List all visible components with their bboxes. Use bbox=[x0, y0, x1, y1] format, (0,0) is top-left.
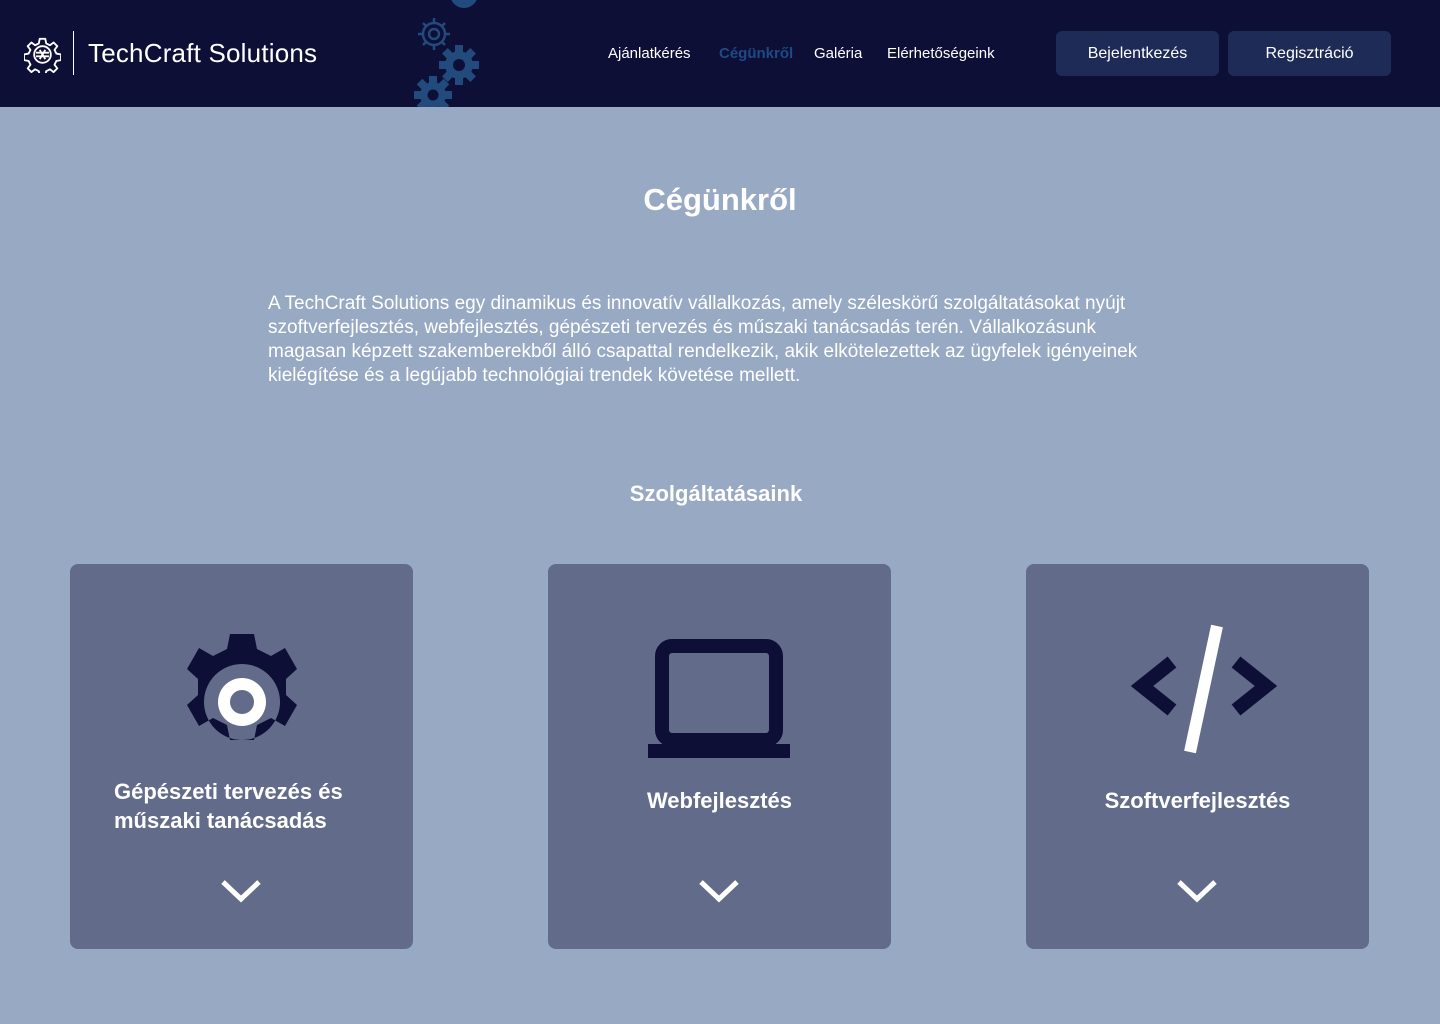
register-button[interactable]: Regisztráció bbox=[1228, 31, 1391, 76]
service-title-software: Szoftverfejlesztés bbox=[1104, 788, 1291, 813]
code-bracket-right-icon bbox=[1231, 656, 1278, 716]
nav-contacts[interactable]: Elérhetőségeink bbox=[887, 44, 995, 64]
page-title: Cégünkről bbox=[643, 182, 797, 217]
intro-paragraph: A TechCraft Solutions egy dinamikus és i… bbox=[268, 293, 1138, 386]
gear-icon bbox=[187, 634, 297, 740]
nav-gallery[interactable]: Galéria bbox=[814, 44, 862, 64]
code-bracket-left-icon bbox=[1130, 656, 1177, 716]
chevron-down-icon[interactable] bbox=[220, 876, 262, 906]
nav-quote-request[interactable]: Ajánlatkérés bbox=[608, 44, 691, 64]
code-slash-icon bbox=[1184, 624, 1223, 754]
brand-name[interactable]: TechCraft Solutions bbox=[88, 37, 317, 69]
gear-logo-icon[interactable] bbox=[24, 36, 61, 73]
service-card-mechanical[interactable]: Gépészeti tervezés és műszaki tanácsadás bbox=[70, 564, 413, 949]
service-card-web[interactable]: Webfejlesztés bbox=[548, 564, 891, 949]
site-header: TechCraft Solutions Ajánlatkérés Cégünkr… bbox=[0, 0, 1440, 107]
service-card-software[interactable]: Szoftverfejlesztés bbox=[1026, 564, 1369, 949]
logo-divider bbox=[73, 31, 74, 75]
laptop-icon bbox=[648, 639, 790, 758]
chevron-down-icon[interactable] bbox=[1176, 876, 1218, 906]
services-heading: Szolgáltatásaink bbox=[629, 481, 803, 506]
service-title-web: Webfejlesztés bbox=[646, 788, 793, 813]
service-title-mechanical: Gépészeti tervezés és műszaki tanácsadás bbox=[114, 779, 343, 833]
chevron-down-icon[interactable] bbox=[698, 876, 740, 906]
login-button[interactable]: Bejelentkezés bbox=[1056, 31, 1219, 76]
nav-about-us[interactable]: Cégünkről bbox=[719, 44, 793, 64]
gears-decoration-icon bbox=[414, 0, 479, 107]
